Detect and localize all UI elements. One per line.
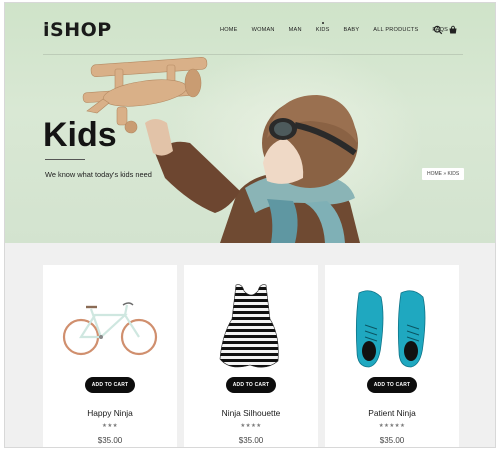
page: iSHOP HOME WOMAN MAN KIDS BABY ALL PRODU… [4, 2, 496, 448]
product-card[interactable]: ADD TO CART Patient Ninja ★★★★★ $35.00 [325, 265, 459, 447]
page-subtitle: We know what today's kids need [45, 170, 152, 179]
product-name[interactable]: Ninja Silhouette [184, 408, 318, 418]
cart-icon[interactable] [448, 25, 458, 35]
product-image-striped-dress[interactable] [184, 275, 318, 375]
product-price: $35.00 [379, 436, 405, 445]
rating-stars: ★★★★★ [378, 423, 406, 429]
add-to-cart-button[interactable]: ADD TO CART [85, 377, 135, 393]
product-name[interactable]: Happy Ninja [43, 408, 177, 418]
product-image-bicycle[interactable] [43, 275, 177, 375]
page-title: Kids [43, 116, 117, 154]
product-card[interactable]: ADD TO CART Ninja Silhouette ★★★★ $35.00 [184, 265, 318, 447]
nav-item-man[interactable]: MAN [289, 27, 302, 33]
title-underline [45, 159, 85, 160]
product-image-blue-shoes[interactable] [325, 275, 459, 375]
add-to-cart-button[interactable]: ADD TO CART [226, 377, 276, 393]
rating-stars: ★★★ [102, 423, 118, 429]
hero-banner: iSHOP HOME WOMAN MAN KIDS BABY ALL PRODU… [5, 3, 495, 243]
product-name[interactable]: Patient Ninja [325, 408, 459, 418]
nav-item-kids[interactable]: KIDS [316, 27, 330, 33]
product-price: $35.00 [238, 436, 264, 445]
main-nav: HOME WOMAN MAN KIDS BABY ALL PRODUCTS FA… [220, 27, 462, 33]
header-divider [43, 54, 463, 55]
nav-item-home[interactable]: HOME [220, 27, 238, 33]
nav-item-all-products[interactable]: ALL PRODUCTS [373, 27, 418, 33]
breadcrumb[interactable]: HOME » KIDS [422, 168, 465, 180]
nav-item-woman[interactable]: WOMAN [252, 27, 275, 33]
search-icon[interactable] [433, 25, 443, 35]
add-to-cart-button[interactable]: ADD TO CART [367, 377, 417, 393]
product-card[interactable]: ADD TO CART Happy Ninja ★★★ $35.00 [43, 265, 177, 447]
product-grid: ADD TO CART Happy Ninja ★★★ $35.00 ADD T… [43, 265, 459, 447]
product-price: $35.00 [97, 436, 123, 445]
rating-stars: ★★★★ [240, 423, 262, 429]
nav-item-baby[interactable]: BABY [344, 27, 360, 33]
brand-logo[interactable]: iSHOP [43, 19, 112, 41]
